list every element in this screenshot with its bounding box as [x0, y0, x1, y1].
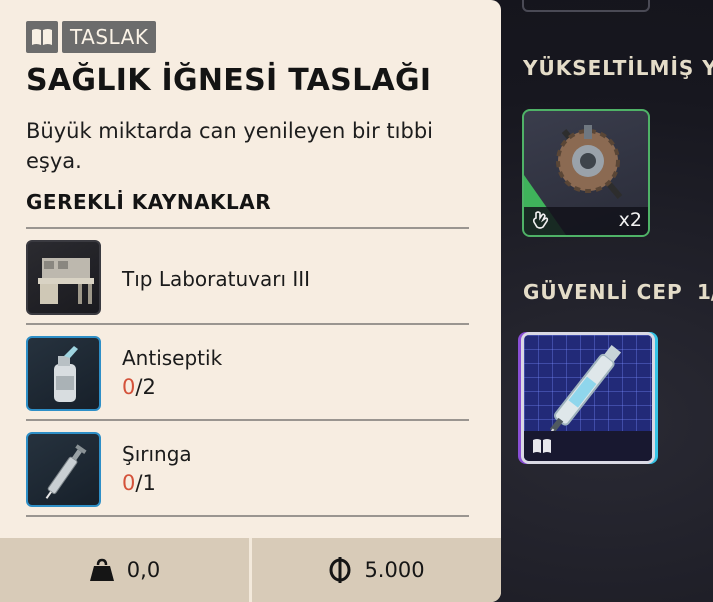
- safe-pocket-count: 1/: [697, 280, 713, 304]
- book-icon: [26, 21, 58, 53]
- book-icon: [533, 439, 551, 453]
- requirement-name: Antiseptik: [122, 346, 223, 370]
- requirement-row: Tıp Laboratuvarı III: [26, 229, 469, 323]
- upgraded-section-title: YÜKSELTİLMİŞ YU: [523, 56, 713, 80]
- requirement-row: Antiseptik 0/2: [26, 325, 469, 419]
- slot-footer: [524, 431, 652, 461]
- requirement-need: /2: [135, 375, 156, 399]
- requirement-row: Şırınga 0/1: [26, 421, 469, 515]
- inventory-slot-top-partial[interactable]: [522, 0, 650, 12]
- divider: [26, 515, 469, 517]
- currency-icon: [329, 557, 351, 583]
- requirements-title: GEREKLİ KAYNAKLAR: [26, 190, 272, 214]
- antiseptic-bottle-icon: [26, 336, 101, 411]
- price-stat: 5.000: [252, 538, 501, 602]
- hand-icon: [532, 211, 549, 229]
- safe-pocket-title: GÜVENLİ CEP: [523, 280, 683, 304]
- item-quantity: x2: [618, 209, 642, 231]
- weight-value: 0,0: [126, 558, 161, 582]
- requirement-count: 0/2: [122, 375, 156, 399]
- safe-pocket-slot[interactable]: [521, 332, 655, 464]
- lab-bench-icon: [26, 240, 101, 315]
- badge-label: TASLAK: [62, 21, 157, 53]
- item-tooltip-panel: TASLAK SAĞLIK İĞNESİ TASLAĞI Büyük mikta…: [0, 0, 501, 602]
- item-description: Büyük miktarda can yenileyen bir tıbbi e…: [26, 119, 433, 173]
- price-value: 5.000: [364, 558, 425, 582]
- requirement-name: Tıp Laboratuvarı III: [122, 267, 311, 291]
- requirement-have: 0: [122, 471, 136, 495]
- syringe-icon: [26, 432, 101, 507]
- requirement-count: 0/1: [122, 471, 156, 495]
- gear-device-icon: [556, 125, 623, 199]
- requirement-have: 0: [122, 375, 136, 399]
- weight-icon: [89, 558, 114, 581]
- item-title: SAĞLIK İĞNESİ TASLAĞI: [26, 63, 432, 98]
- tooltip-footer: 0,0 5.000: [0, 538, 501, 602]
- slot-footer: x2: [524, 207, 648, 235]
- item-type-badge: TASLAK: [26, 21, 157, 53]
- requirement-need: /1: [135, 471, 156, 495]
- requirement-name: Şırınga: [122, 442, 192, 466]
- syringe-blueprint-icon: [549, 345, 622, 435]
- upgraded-item-slot[interactable]: x2: [522, 109, 650, 237]
- weight-stat: 0,0: [0, 538, 249, 602]
